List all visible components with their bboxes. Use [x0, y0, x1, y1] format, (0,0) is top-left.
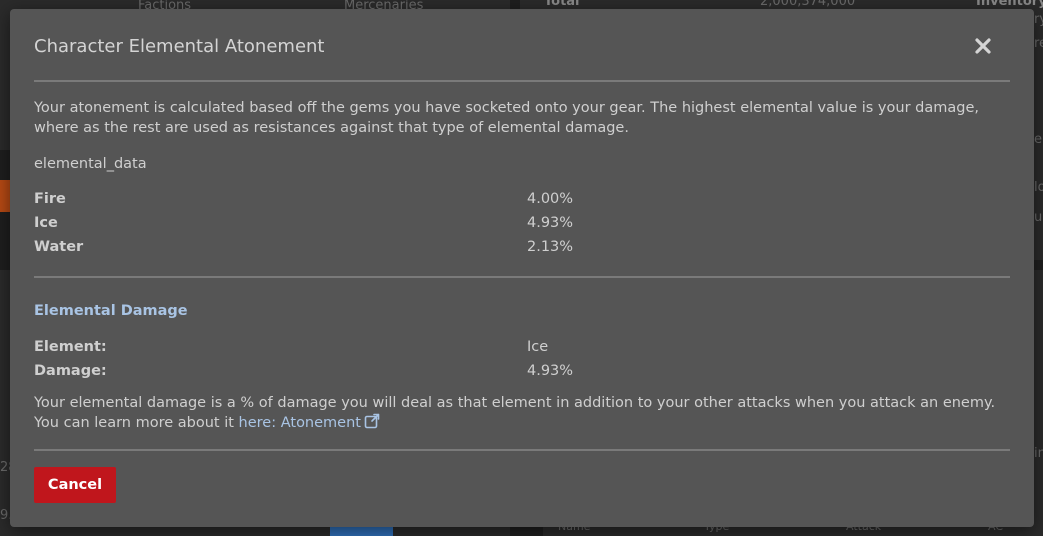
background-total-label: Total — [544, 0, 580, 9]
section-divider — [34, 276, 1010, 278]
header-divider — [34, 80, 1010, 82]
modal-title: Character Elemental Atonement — [34, 36, 325, 57]
element-value-fire: 4.00% — [527, 191, 574, 207]
elemental-data-key: elemental_data — [34, 156, 147, 172]
background-inventory-label: Inventory — [976, 0, 1043, 9]
background-total-value: 2,000,374,000 — [760, 0, 856, 9]
background-blue-button — [330, 526, 393, 536]
element-value-water: 2.13% — [527, 239, 574, 255]
close-icon[interactable] — [972, 35, 994, 57]
background-orange-tab — [0, 180, 10, 212]
damage-element-value: Ice — [527, 339, 549, 355]
atonement-description: Your atonement is calculated based off t… — [34, 100, 979, 136]
element-label-fire: Fire — [34, 191, 66, 207]
damage-explanation-text: Your elemental damage is a % of damage y… — [34, 395, 996, 431]
background-fragment: in — [1034, 446, 1043, 461]
damage-explanation: Your elemental damage is a % of damage y… — [34, 393, 1010, 435]
elemental-damage-title: Elemental Damage — [34, 303, 188, 319]
damage-amount-label: Damage: — [34, 363, 107, 379]
background-fragment: lo — [1034, 180, 1043, 195]
damage-amount-value: 4.93% — [527, 363, 574, 379]
element-label-ice: Ice — [34, 215, 58, 231]
cancel-button[interactable]: Cancel — [34, 467, 116, 503]
background-fragment: e — [1034, 132, 1042, 147]
atonement-help-link-text: here: Atonement — [238, 415, 361, 431]
element-label-water: Water — [34, 239, 84, 255]
footer-divider — [34, 449, 1010, 451]
background-fragment: re — [1034, 36, 1043, 51]
atonement-help-link[interactable]: here: Atonement — [238, 413, 380, 431]
external-link-icon — [364, 413, 380, 435]
atonement-modal: Character Elemental Atonement Your atone… — [10, 9, 1034, 527]
element-value-ice: 4.93% — [527, 215, 574, 231]
background-fragment: ur — [1034, 210, 1043, 225]
background-fragment: ry — [1034, 12, 1043, 27]
damage-element-label: Element: — [34, 339, 107, 355]
